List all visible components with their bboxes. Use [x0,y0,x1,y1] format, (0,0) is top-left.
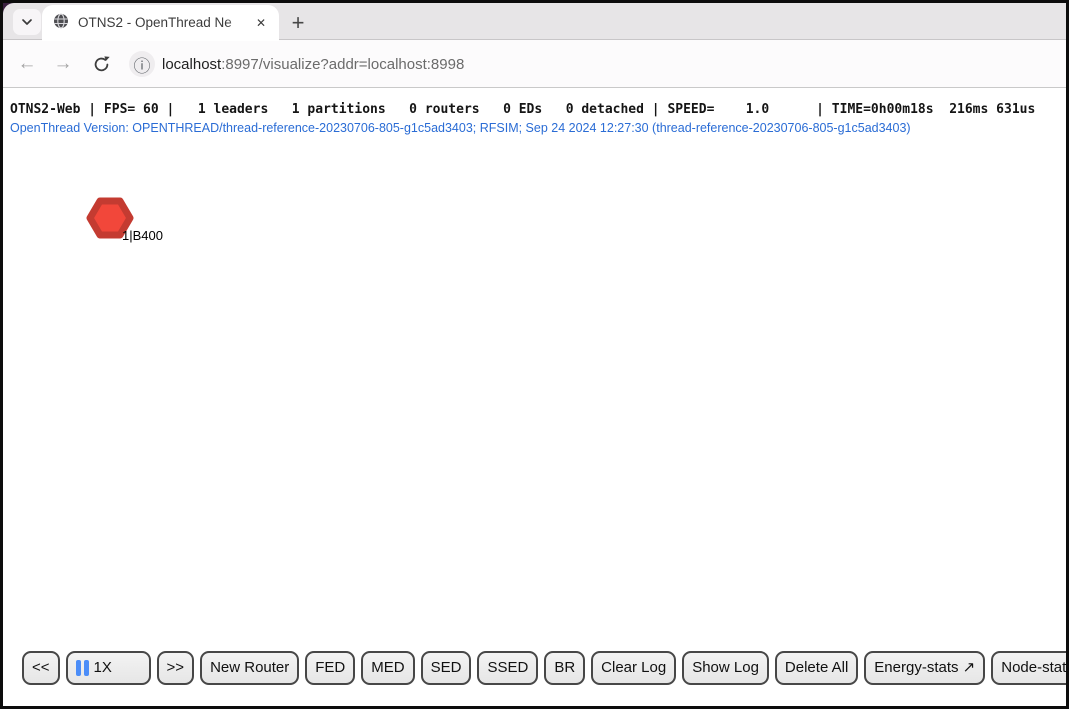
openthread-version-line: OpenThread Version: OPENTHREAD/thread-re… [10,121,911,135]
pause-speed-button[interactable]: 1X [66,651,151,685]
tab-close-icon[interactable]: ✕ [252,14,270,32]
browser-window: OTNS2 - OpenThread Ne ✕ + ← → ⓘ localhos… [0,0,1069,709]
window-border-left [0,0,3,709]
otns-visualizer-page: OTNS2-Web | FPS= 60 | 1 leaders 1 partit… [3,88,1066,706]
tab-title: OTNS2 - OpenThread Ne [78,15,232,30]
url-host: localhost [162,56,221,73]
tab-title-wrap: OTNS2 - OpenThread Ne [78,14,252,32]
sed-button[interactable]: SED [421,651,472,685]
speed-label: 1X [94,653,112,683]
show-log-button[interactable]: Show Log [682,651,769,685]
tab-title-fade [226,14,252,32]
energy-stats-button[interactable]: Energy-stats ↗ [864,651,985,685]
site-info-icon[interactable]: ⓘ [129,51,155,77]
delete-all-button[interactable]: Delete All [775,651,858,685]
globe-favicon-icon [53,13,69,34]
simulation-status-line: OTNS2-Web | FPS= 60 | 1 leaders 1 partit… [10,102,1035,117]
fed-button[interactable]: FED [305,651,355,685]
window-border-top [0,0,1069,3]
chevron-down-icon [21,13,33,31]
br-button[interactable]: BR [544,651,585,685]
speed-up-button[interactable]: >> [157,651,195,685]
clear-log-button[interactable]: Clear Log [591,651,676,685]
new-router-button[interactable]: New Router [200,651,299,685]
url-path: :8997/visualize?addr=localhost:8998 [221,56,464,73]
node-stats-button[interactable]: Node-stats ↗ [991,651,1069,685]
med-button[interactable]: MED [361,651,414,685]
forward-icon[interactable]: → [51,40,75,88]
new-tab-button[interactable]: + [283,8,313,38]
tab-search-button[interactable] [13,9,41,35]
pause-icon [76,660,89,676]
address-bar[interactable]: localhost:8997/visualize?addr=localhost:… [162,40,464,88]
ssed-button[interactable]: SSED [477,651,538,685]
back-icon[interactable]: ← [15,40,39,88]
node-label: 1|B400 [122,228,163,243]
simulation-toolbar: << 1X >> New Router FED MED SED SSED BR … [22,651,1069,685]
navigation-toolbar: ← → ⓘ localhost:8997/visualize?addr=loca… [3,40,1066,88]
speed-down-button[interactable]: << [22,651,60,685]
browser-tab[interactable]: OTNS2 - OpenThread Ne ✕ [42,5,279,41]
reload-icon[interactable] [89,40,113,88]
